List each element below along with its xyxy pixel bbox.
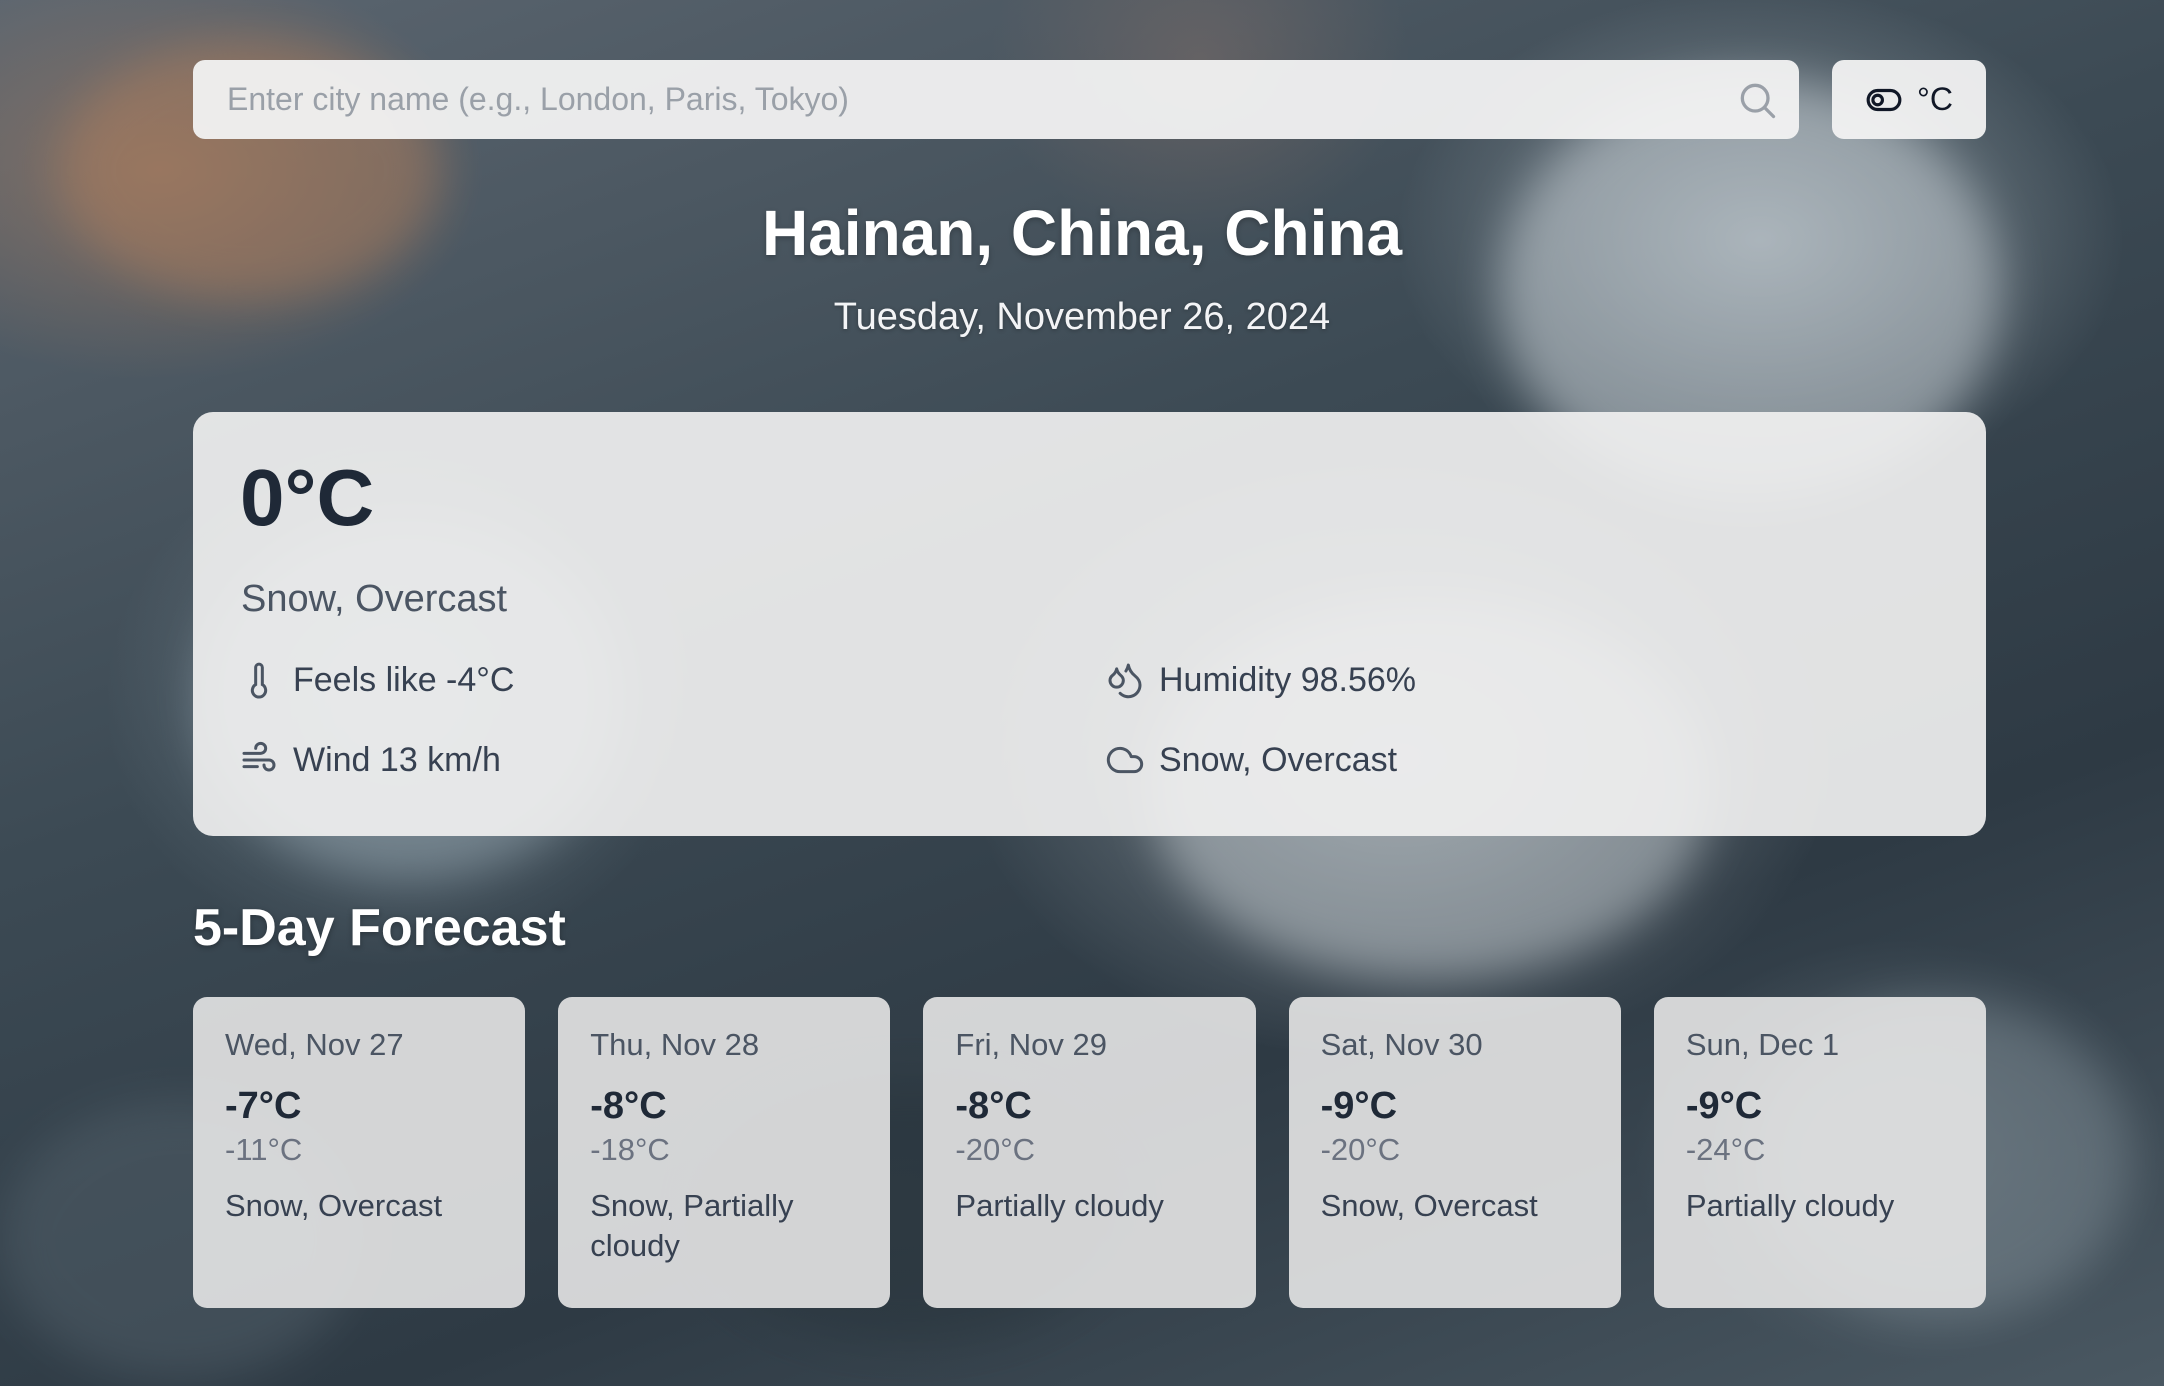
condition-detail-text: Snow, Overcast: [1159, 740, 1398, 779]
forecast-date: Wed, Nov 27: [225, 1027, 404, 1062]
forecast-high: -9°C: [1685, 1085, 1763, 1127]
wind-icon: [242, 741, 276, 772]
forecast-card: Thu, Nov 28 -8°C -18°C Snow, Partially c…: [558, 997, 891, 1308]
unit-toggle-button[interactable]: °C: [1832, 60, 1986, 139]
forecast-card: Sat, Nov 30 -9°C -20°C Snow, Overcast: [1288, 997, 1621, 1308]
current-temperature: 0°C: [240, 453, 375, 542]
current-date: Tuesday, November 26, 2024: [833, 296, 1331, 338]
forecast-condition: Snow, Overcast: [1320, 1188, 1538, 1223]
forecast-low: -11°C: [225, 1132, 303, 1167]
search-bar: [193, 59, 1799, 140]
forecast-low: -18°C: [590, 1132, 670, 1167]
forecast-high: -8°C: [955, 1085, 1032, 1127]
forecast-date: Fri, Nov 29: [955, 1027, 1108, 1062]
forecast-low: -24°C: [1685, 1132, 1766, 1167]
forecast-low: -20°C: [1320, 1132, 1401, 1167]
search-input[interactable]: [225, 59, 1735, 140]
forecast-date: Sun, Dec 1: [1685, 1027, 1840, 1062]
condition-detail: Snow, Overcast: [1105, 740, 1397, 780]
forecast-heading: 5-Day Forecast: [193, 899, 566, 957]
search-icon[interactable]: [1735, 78, 1779, 122]
forecast-high: -8°C: [590, 1085, 667, 1127]
wind-detail: Wind 13 km/h: [239, 740, 501, 780]
wind-text: Wind 13 km/h: [293, 740, 501, 779]
forecast-high: -7°C: [225, 1085, 302, 1127]
location-title: Hainan, China, China: [761, 197, 1403, 269]
feels-like-detail: Feels like -4°C: [239, 660, 514, 700]
forecast-card: Sun, Dec 1 -9°C -24°C Partially cloudy: [1653, 997, 1987, 1308]
forecast-high: -9°C: [1320, 1085, 1398, 1127]
forecast-condition: Snow, Overcast: [225, 1188, 443, 1223]
feels-like-text: Feels like -4°C: [293, 660, 515, 699]
forecast-condition: Snow, Partially cloudy: [590, 1188, 794, 1264]
cloud-icon: [1106, 746, 1144, 774]
forecast-card: Fri, Nov 29 -8°C -20°C Partially cloudy: [923, 997, 1256, 1308]
forecast-date: Thu, Nov 28: [590, 1027, 760, 1062]
humidity-text: Humidity 98.56%: [1159, 660, 1417, 699]
thermometer-icon: [250, 662, 268, 699]
forecast-condition: Partially cloudy: [955, 1188, 1164, 1223]
unit-label: °C: [1917, 81, 1953, 117]
forecast-low: -20°C: [955, 1132, 1035, 1167]
current-weather-card: 0°C Snow, Overcast Feels like -4°C Wind …: [193, 412, 1986, 836]
toggle-icon: [1866, 88, 1902, 111]
humidity-detail: Humidity 98.56%: [1105, 660, 1416, 700]
droplets-icon: [1108, 663, 1142, 699]
forecast-condition: Partially cloudy: [1685, 1188, 1895, 1223]
forecast-card: Wed, Nov 27 -7°C -11°C Snow, Overcast: [193, 997, 526, 1308]
forecast-date: Sat, Nov 30: [1320, 1027, 1483, 1062]
forecast-list: Wed, Nov 27 -7°C -11°C Snow, Overcast Th…: [193, 997, 1987, 1308]
current-condition: Snow, Overcast: [241, 578, 508, 620]
